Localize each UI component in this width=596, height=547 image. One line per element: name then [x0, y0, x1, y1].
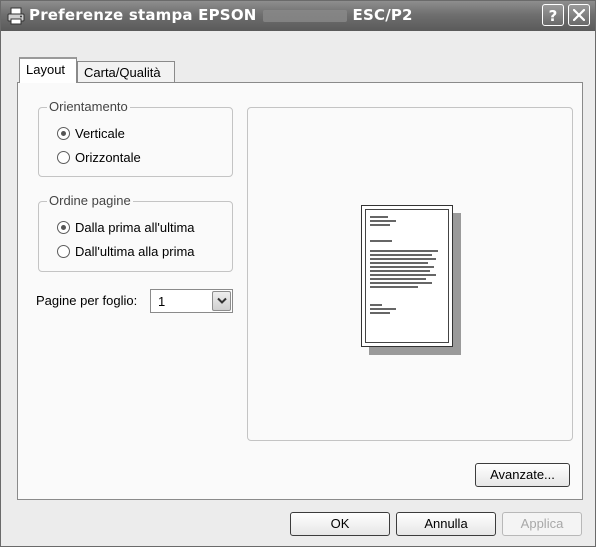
close-icon: [569, 9, 589, 21]
paper-text-line: [370, 282, 432, 284]
close-button[interactable]: [568, 4, 590, 26]
radio-dalla-prima-indicator[interactable]: [57, 220, 70, 234]
paper-border: [365, 209, 449, 343]
cancel-button[interactable]: Annulla: [396, 512, 496, 536]
window-title-suffix: ESC/P2: [352, 6, 413, 24]
window-title-prefix: Preferenze stampa EPSON: [29, 6, 257, 24]
paper-text-line: [370, 286, 418, 288]
tab-layout-label: Layout: [26, 62, 66, 77]
page-order-group-title: Ordine pagine: [47, 193, 133, 208]
paper-text-line: [370, 270, 430, 272]
printer-icon: [7, 7, 25, 25]
paper-text-line: [370, 262, 428, 264]
radio-orizzontale-label: Orizzontale: [75, 149, 141, 165]
paper-text-line: [370, 240, 392, 242]
page-order-group: Ordine pagine Dalla prima all'ultima Dal…: [38, 193, 233, 272]
radio-orizzontale[interactable]: Orizzontale: [57, 148, 141, 166]
chevron-down-icon: [213, 297, 230, 305]
window-title: Preferenze stampa EPSON ESC/P2: [29, 6, 413, 24]
paper-text-line: [370, 258, 436, 260]
paper-text-line: [370, 224, 390, 226]
radio-dallultima-indicator[interactable]: [57, 244, 70, 258]
pages-per-sheet-dropdown-button[interactable]: [212, 291, 231, 311]
paper-text-line: [370, 250, 438, 252]
orientation-group: Orientamento Verticale Orizzontale: [38, 99, 233, 177]
print-preferences-dialog: Preferenze stampa EPSON ESC/P2 ? Carta/Qu…: [0, 0, 596, 547]
help-button[interactable]: ?: [542, 4, 564, 26]
ok-button[interactable]: OK: [290, 512, 390, 536]
tab-carta-qualita-label: Carta/Qualità: [84, 65, 161, 80]
paper-text-line: [370, 312, 390, 314]
radio-verticale[interactable]: Verticale: [57, 124, 125, 142]
radio-dallultima[interactable]: Dall'ultima alla prima: [57, 242, 195, 260]
tab-carta-qualita[interactable]: Carta/Qualità: [77, 61, 175, 83]
paper-text-line: [370, 304, 382, 306]
paper-text-line: [370, 278, 426, 280]
radio-verticale-label: Verticale: [75, 125, 125, 141]
radio-verticale-indicator[interactable]: [57, 126, 70, 140]
paper-text-line: [370, 254, 432, 256]
pages-per-sheet-value: 1: [158, 294, 166, 309]
title-bar[interactable]: Preferenze stampa EPSON ESC/P2 ?: [1, 1, 595, 31]
radio-orizzontale-indicator[interactable]: [57, 150, 70, 164]
page-preview-paper: [361, 205, 453, 347]
pages-per-sheet-label: Pagine per foglio:: [36, 293, 138, 308]
paper-text-line: [370, 308, 396, 310]
radio-dalla-prima-label: Dalla prima all'ultima: [75, 219, 195, 235]
paper-text-line: [370, 220, 396, 222]
paper-text-line: [370, 216, 388, 218]
orientation-group-title: Orientamento: [47, 99, 130, 114]
paper-text-line: [370, 266, 434, 268]
tab-layout[interactable]: Layout: [19, 57, 77, 83]
radio-dallultima-label: Dall'ultima alla prima: [75, 243, 195, 259]
layout-panel: Orientamento Verticale Orizzontale Ordin…: [17, 82, 583, 500]
redacted-model: [262, 9, 347, 22]
advanced-button[interactable]: Avanzate...: [475, 463, 570, 487]
apply-button[interactable]: Applica: [502, 512, 582, 536]
help-button-label: ?: [548, 7, 558, 25]
paper-text-line: [370, 274, 436, 276]
radio-dalla-prima[interactable]: Dalla prima all'ultima: [57, 218, 195, 236]
page-preview: [247, 107, 573, 441]
pages-per-sheet-select[interactable]: 1: [150, 289, 233, 313]
